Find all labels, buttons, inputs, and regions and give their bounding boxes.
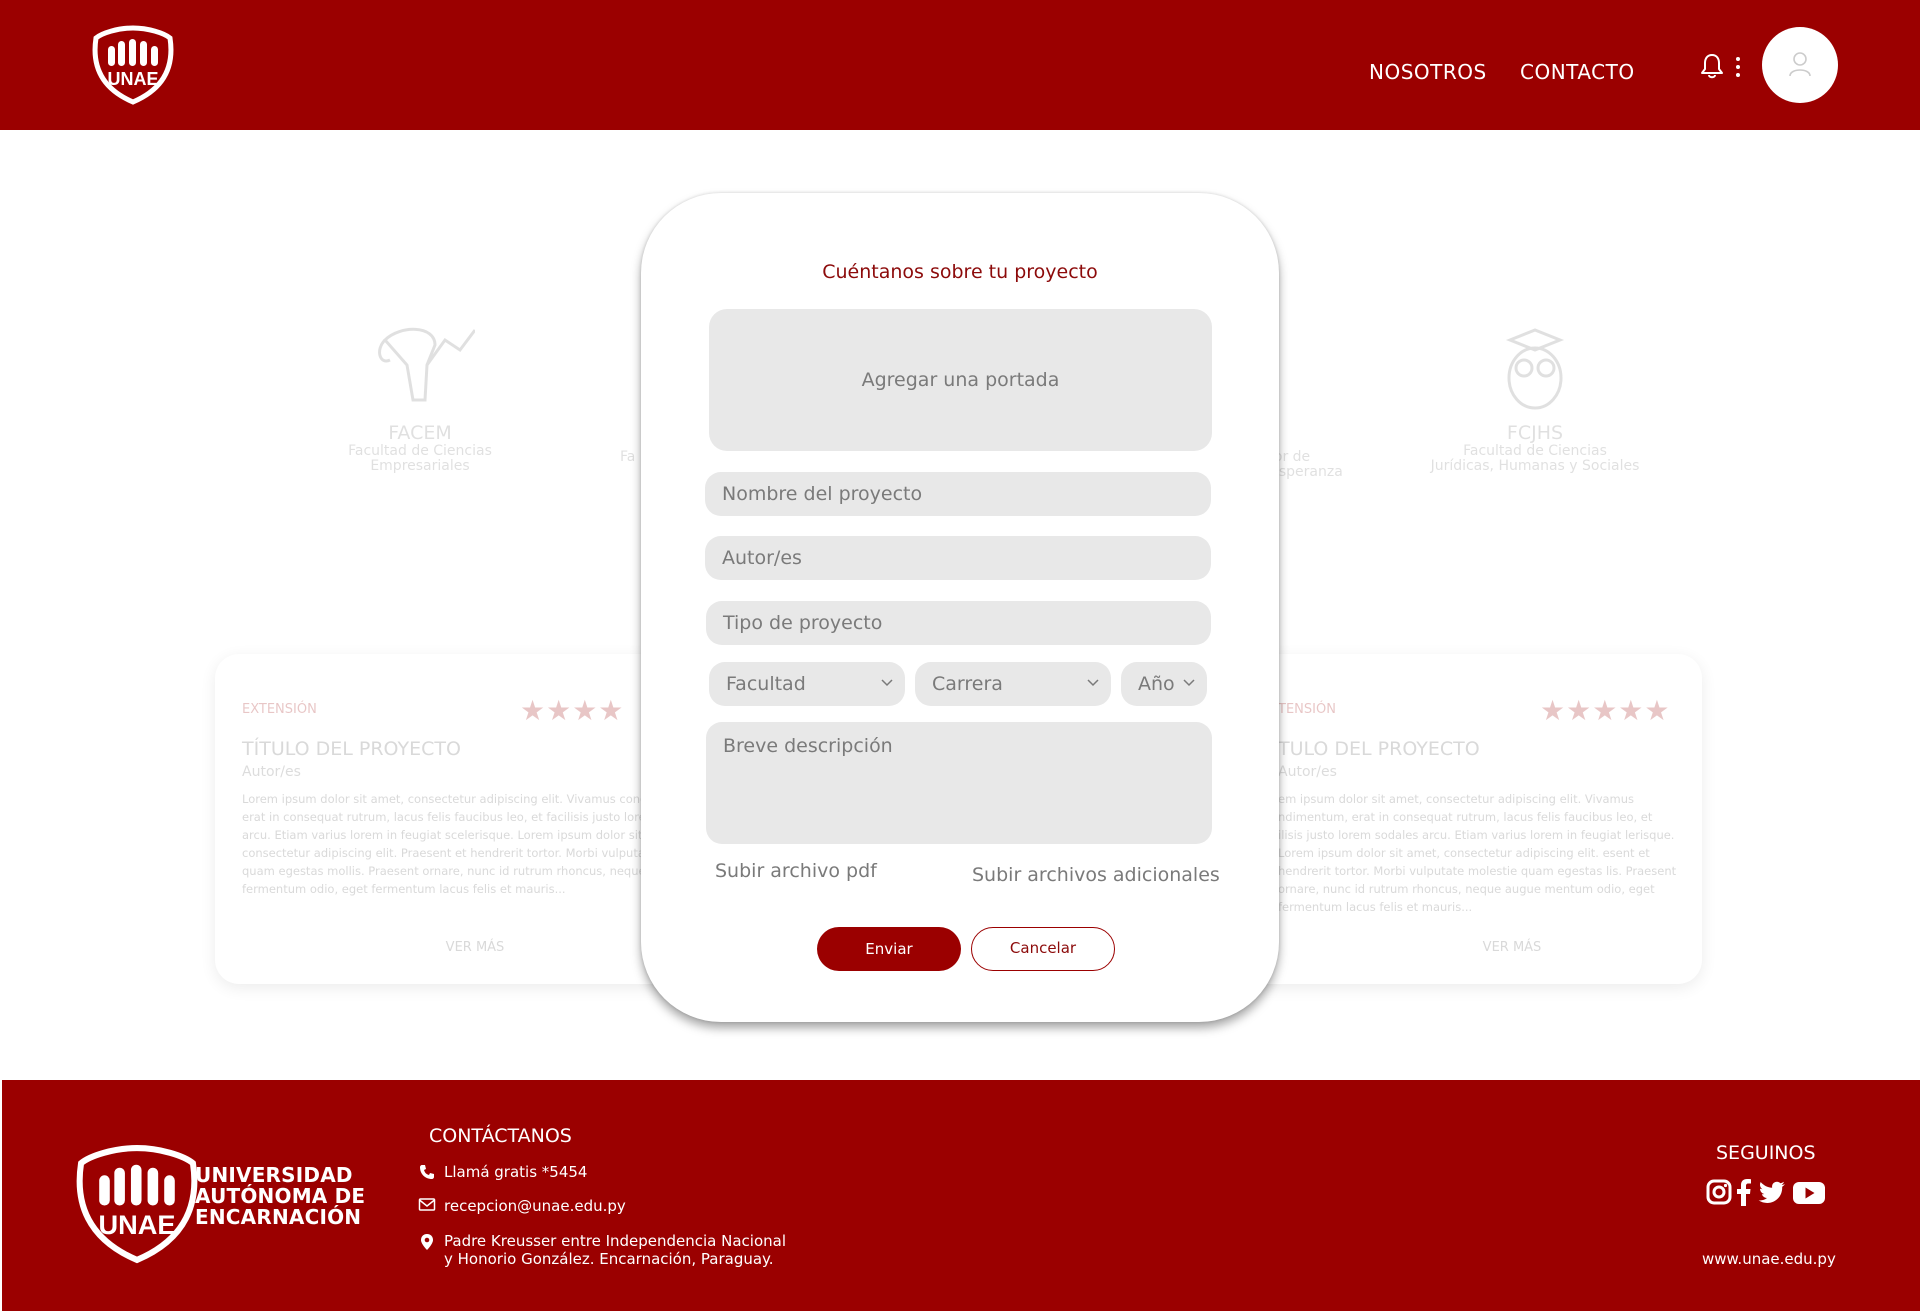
authors-input[interactable]: Autor/es: [705, 536, 1211, 580]
project-tag: EXTENSIÓN: [242, 702, 317, 717]
youtube-icon[interactable]: [1792, 1178, 1826, 1206]
chevron-down-icon: [1183, 679, 1195, 687]
modal-title: Cuéntanos sobre tu proyecto: [822, 261, 1098, 283]
faculty-select-label: Facultad: [726, 673, 806, 695]
more-vertical-icon[interactable]: [1735, 56, 1741, 78]
faculty-name: Jurídicas, Humanas y Sociales: [1430, 458, 1640, 474]
faculty-fcjhs[interactable]: FCJHS Facultad de Ciencias Jurídicas, Hu…: [1410, 320, 1660, 474]
facebook-icon[interactable]: [1736, 1178, 1752, 1206]
nav-nosotros[interactable]: NOSOTROS: [1369, 60, 1487, 84]
logo-text: UNAE: [98, 1209, 175, 1240]
nav-contacto[interactable]: CONTACTO: [1520, 60, 1635, 84]
university-name: UNIVERSIDAD AUTÓNOMA DE ENCARNACIÓN: [195, 1165, 365, 1228]
project-title: TULO DEL PROYECTO: [1278, 738, 1480, 760]
user-icon: [1789, 52, 1811, 77]
mail-icon: [418, 1198, 436, 1211]
owl-icon: [1505, 328, 1565, 410]
contact-title: CONTÁCTANOS: [429, 1125, 572, 1147]
faculty-name: Empresariales: [370, 458, 470, 474]
chevron-down-icon: [881, 679, 893, 687]
address-line: y Honorio González. Encarnación, Paragua…: [444, 1250, 774, 1268]
university-name-line: ENCARNACIÓN: [195, 1205, 362, 1229]
project-type-input[interactable]: Tipo de proyecto: [706, 601, 1211, 645]
faculty-select[interactable]: Facultad: [709, 662, 905, 706]
career-select[interactable]: Carrera: [915, 662, 1111, 706]
toucan-icon: [378, 327, 477, 402]
unae-logo[interactable]: UNAE: [72, 1142, 202, 1266]
email-text: recepcion@unae.edu.py: [444, 1197, 626, 1215]
phone-icon: [420, 1165, 434, 1179]
address-line: Padre Kreusser entre Independencia Nacio…: [444, 1232, 787, 1250]
faculty-abbr: FACEM: [388, 422, 452, 444]
university-name-line: UNIVERSIDAD: [195, 1163, 353, 1187]
faculty-facem[interactable]: FACEM Facultad de Ciencias Empresariales: [330, 320, 510, 474]
follow-title: SEGUINOS: [1716, 1142, 1816, 1164]
year-select-label: Año: [1138, 673, 1175, 695]
twitter-icon[interactable]: [1756, 1178, 1786, 1206]
faculty-abbr: FCJHS: [1506, 422, 1564, 444]
chevron-down-icon: [1087, 679, 1099, 687]
website-link[interactable]: www.unae.edu.py: [1702, 1250, 1836, 1268]
instagram-icon[interactable]: [1706, 1178, 1732, 1206]
career-select-label: Carrera: [932, 673, 1003, 695]
faculty-name: Facultad de Ciencias: [348, 443, 492, 459]
phone-text: Llamá gratis *5454: [444, 1163, 588, 1181]
rating-stars: ★★★★★: [1540, 694, 1671, 727]
year-select[interactable]: Año: [1121, 662, 1207, 706]
bell-icon[interactable]: [1700, 52, 1724, 80]
avatar[interactable]: [1762, 27, 1838, 103]
project-tag: TENSIÓN: [1278, 702, 1336, 717]
faculty-partial[interactable]: lor de Esperanza: [1270, 450, 1360, 480]
faculty-name: Facultad de Ciencias: [1463, 443, 1607, 459]
project-title: TÍTULO DEL PROYECTO: [242, 738, 461, 760]
site-footer: UNAE UNIVERSIDAD AUTÓNOMA DE ENCARNACIÓN…: [2, 1080, 1920, 1311]
rating-stars: ★★★★: [520, 694, 625, 727]
project-author: Autor/es: [242, 764, 301, 780]
project-name-input[interactable]: Nombre del proyecto: [705, 472, 1211, 516]
upload-pdf-link[interactable]: Subir archivo pdf: [715, 860, 877, 882]
project-author: Autor/es: [1278, 764, 1337, 780]
university-name-line: AUTÓNOMA DE: [195, 1184, 366, 1208]
location-pin-icon: [421, 1234, 433, 1250]
cancel-button[interactable]: Cancelar: [971, 927, 1115, 971]
contact-phone[interactable]: Llamá gratis *5454: [418, 1163, 587, 1181]
faculty-name: Esperanza: [1270, 464, 1343, 480]
see-more-link[interactable]: VER MÁS: [1252, 940, 1772, 955]
project-form-modal: Cuéntanos sobre tu proyecto Agregar una …: [641, 193, 1279, 1022]
project-description: em ipsum dolor sit amet, consectetur adi…: [1278, 792, 1677, 914]
faculty-name: lor de: [1270, 449, 1311, 465]
send-button[interactable]: Enviar: [817, 927, 961, 971]
upload-additional-link[interactable]: Subir archivos adicionales: [972, 864, 1220, 886]
add-cover-button[interactable]: Agregar una portada: [709, 309, 1212, 451]
logo-text: UNAE: [107, 69, 158, 89]
site-header: UNAE NOSOTROS CONTACTO: [0, 0, 1920, 130]
contact-address: Padre Kreusser entre Independencia Nacio…: [418, 1232, 786, 1268]
unae-logo[interactable]: UNAE: [90, 24, 176, 106]
contact-email[interactable]: recepcion@unae.edu.py: [418, 1197, 626, 1215]
description-textarea[interactable]: Breve descripción: [706, 722, 1212, 844]
